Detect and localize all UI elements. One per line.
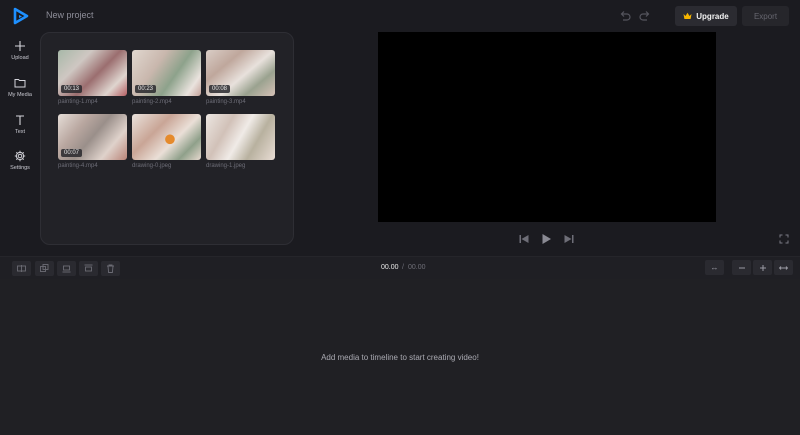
sidebar-item-upload[interactable]: Upload: [0, 40, 40, 70]
split-button[interactable]: [12, 261, 31, 276]
folder-icon: [14, 79, 26, 88]
media-thumbnail[interactable]: 00:13: [58, 50, 127, 96]
sidebar-item-text[interactable]: Text: [0, 114, 40, 144]
zoom-fit-button[interactable]: ↔: [705, 260, 724, 275]
expand-timeline-button[interactable]: [774, 260, 793, 275]
copy-icon: [40, 264, 49, 272]
split-icon: [17, 265, 26, 272]
duration-badge: 00:08: [209, 85, 231, 93]
media-thumbnail[interactable]: [206, 114, 275, 160]
media-filename: painting-1.mp4: [58, 99, 98, 105]
export-button[interactable]: Export: [742, 6, 789, 26]
align-bottom-button[interactable]: [57, 261, 76, 276]
sidebar-item-label: Settings: [10, 165, 30, 171]
undo-icon[interactable]: [618, 9, 632, 23]
fullscreen-icon[interactable]: [779, 234, 789, 244]
delete-button[interactable]: [101, 261, 120, 276]
app-logo-icon[interactable]: [12, 7, 30, 25]
media-thumbnail[interactable]: 00:23: [132, 50, 201, 96]
top-bar: New project Upgrade Export: [0, 0, 800, 32]
media-library-panel: 00:13 painting-1.mp4 00:23 painting-2.mp…: [40, 32, 294, 245]
align-top-button[interactable]: [79, 261, 98, 276]
duration-badge: 00:13: [61, 85, 83, 93]
skip-back-icon[interactable]: [518, 233, 530, 245]
sidebar: Upload My Media Text Settings: [0, 32, 40, 256]
plus-icon: [15, 41, 25, 51]
plus-icon: [759, 264, 766, 271]
align-bottom-icon: [62, 265, 71, 273]
duration-badge: 00:23: [135, 85, 157, 93]
duplicate-button[interactable]: [35, 261, 54, 276]
media-filename: drawing-0.jpeg: [132, 163, 172, 169]
media-thumbnail[interactable]: 00:07: [58, 114, 127, 160]
trash-icon: [107, 264, 114, 273]
duration-badge: 00:07: [61, 149, 83, 157]
media-filename: painting-4.mp4: [58, 163, 98, 169]
sidebar-item-label: Text: [14, 129, 26, 135]
media-filename: painting-2.mp4: [132, 99, 172, 105]
sidebar-item-my-media[interactable]: My Media: [0, 77, 40, 107]
upgrade-label: Upgrade: [696, 11, 729, 21]
total-time: 00.00: [408, 264, 426, 271]
sidebar-item-label: My Media: [8, 92, 32, 98]
timeline-empty-message: Add media to timeline to start creating …: [321, 353, 479, 362]
sidebar-item-settings[interactable]: Settings: [0, 150, 40, 180]
project-title[interactable]: New project: [46, 10, 94, 20]
upgrade-button[interactable]: Upgrade: [675, 6, 737, 26]
text-icon: [16, 115, 24, 125]
video-preview[interactable]: [378, 32, 716, 222]
align-top-icon: [84, 264, 93, 272]
skip-forward-icon[interactable]: [563, 233, 575, 245]
zoom-in-button[interactable]: [753, 260, 772, 275]
redo-icon[interactable]: [638, 9, 652, 23]
media-filename: painting-3.mp4: [206, 99, 246, 105]
minus-icon: [738, 267, 745, 268]
timeline-toolbar: [0, 256, 800, 279]
crown-icon: [683, 12, 692, 19]
gear-icon: [14, 150, 26, 162]
play-icon[interactable]: [540, 233, 552, 245]
time-separator: /: [402, 264, 404, 271]
media-thumbnail[interactable]: 00:08: [206, 50, 275, 96]
media-thumbnail[interactable]: [132, 114, 201, 160]
current-time: 00.00: [381, 264, 399, 271]
zoom-out-button[interactable]: [732, 260, 751, 275]
expand-horizontal-icon: [779, 265, 788, 270]
sidebar-item-label: Upload: [11, 55, 29, 61]
media-filename: drawing-1.jpeg: [206, 163, 246, 169]
